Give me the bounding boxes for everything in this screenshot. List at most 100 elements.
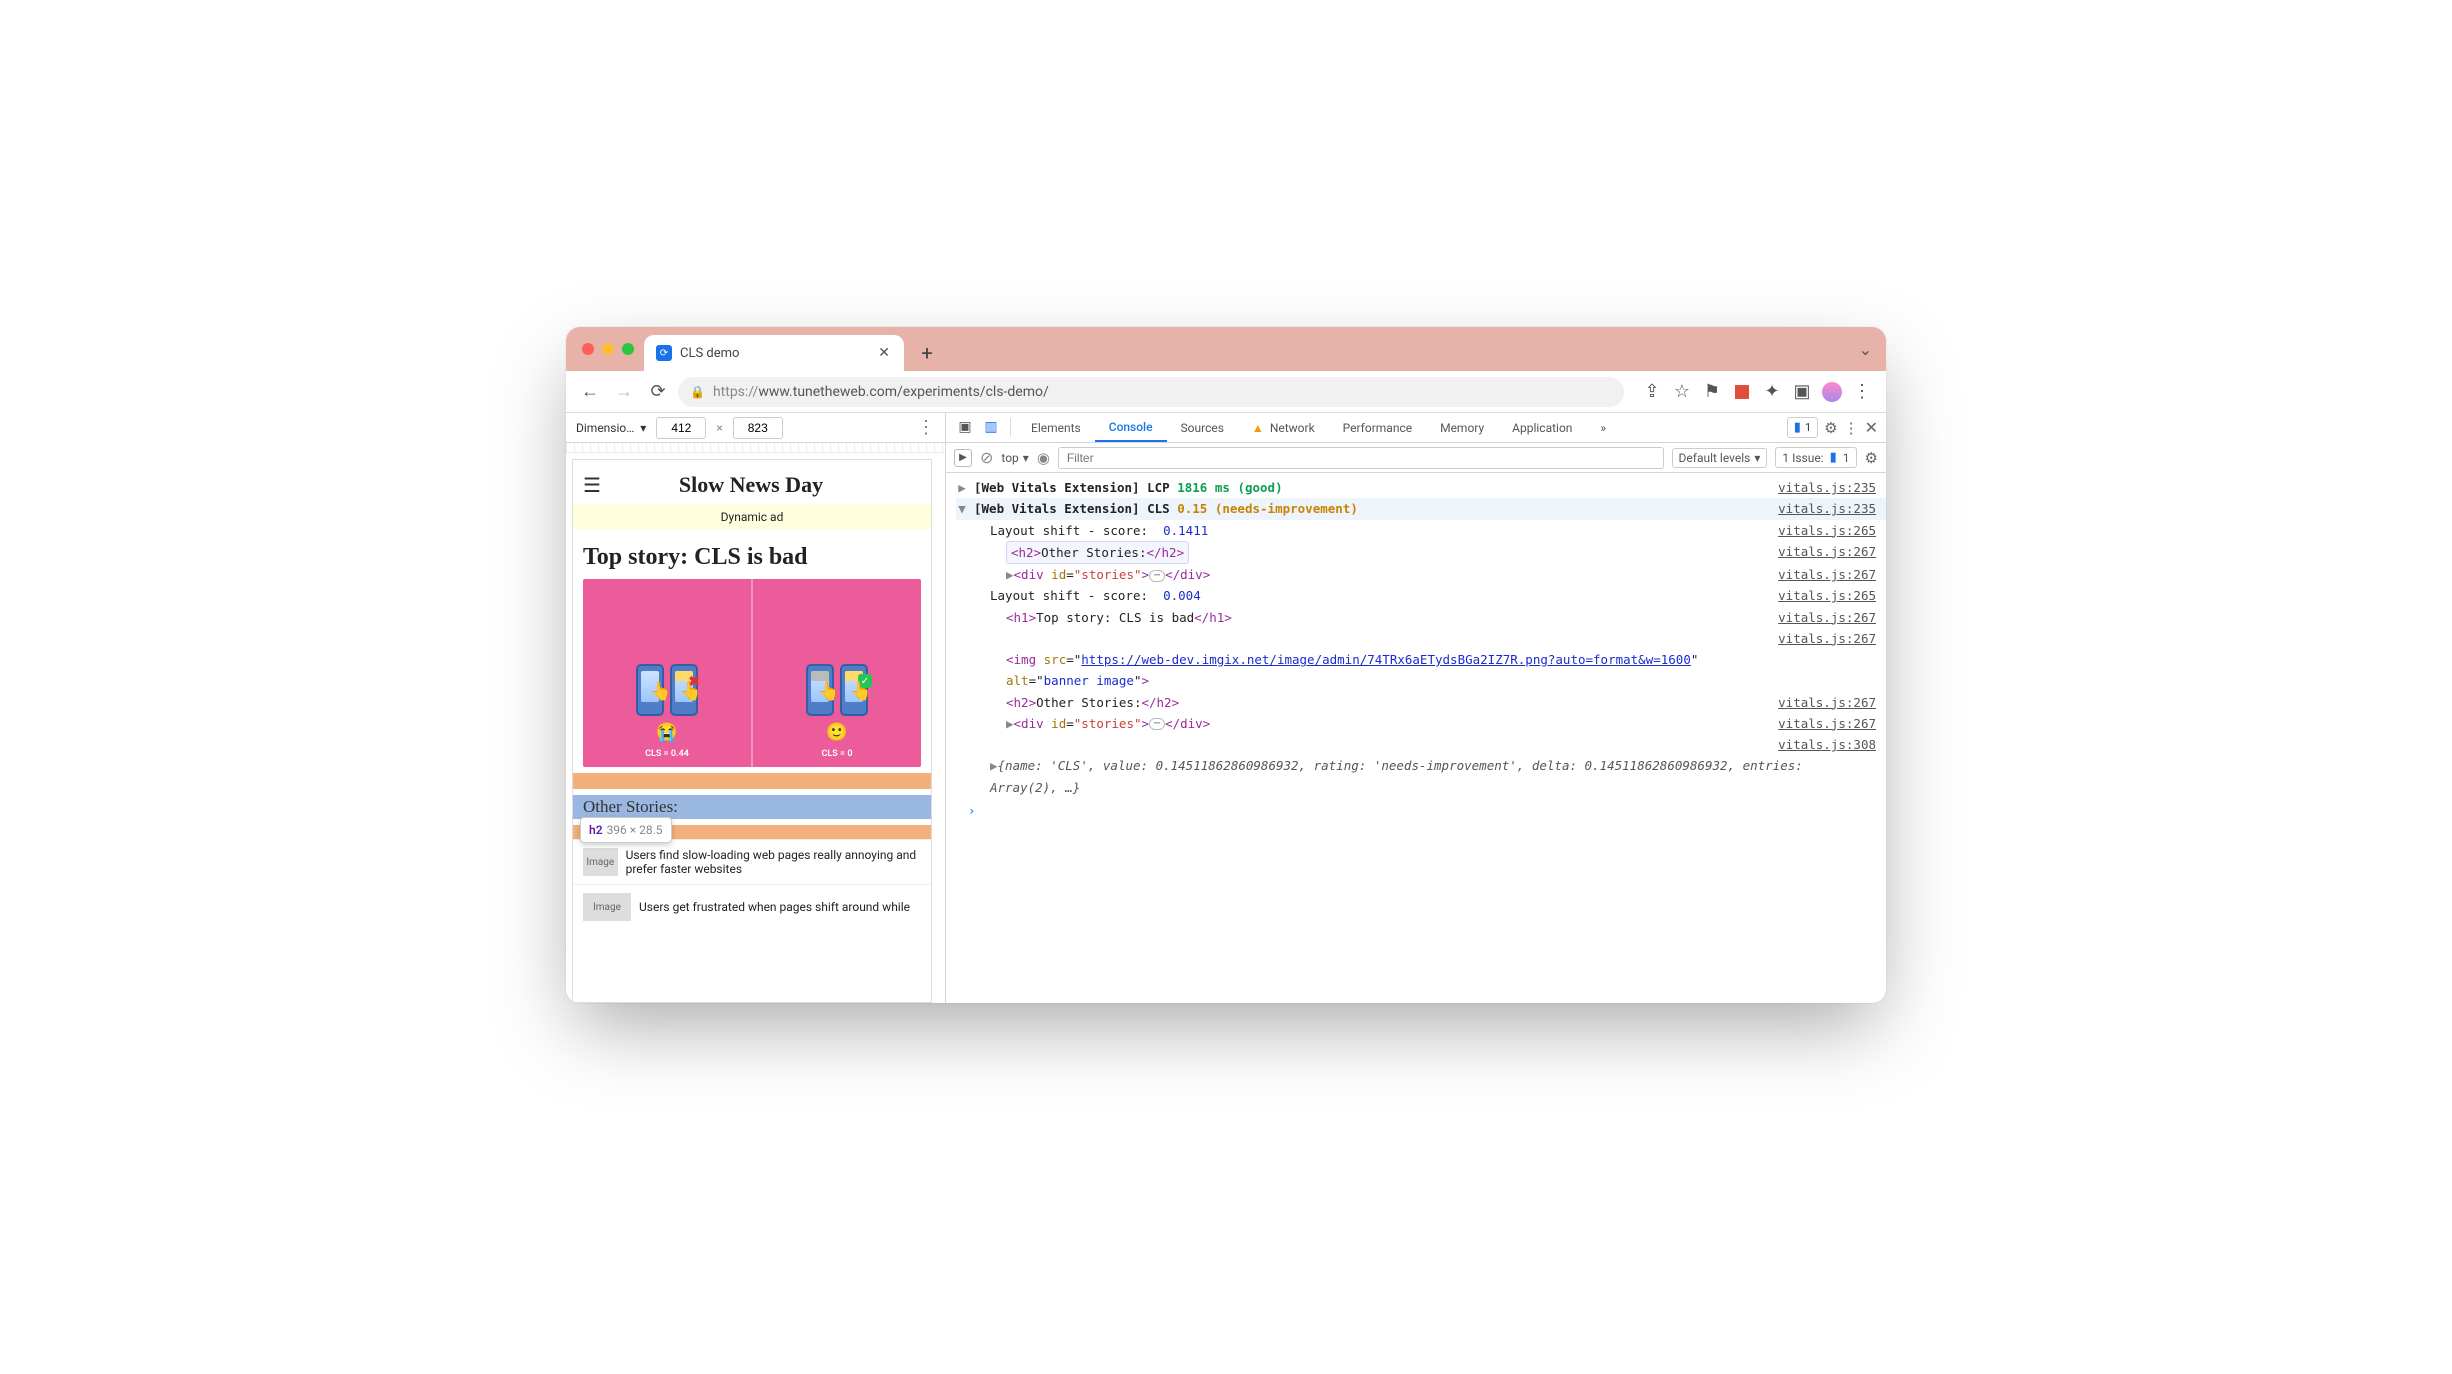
main-area: Dimensio… ▾ × ⋮ ☰ Slow News Day <box>566 413 1886 1003</box>
metric-name: LCP <box>1147 480 1170 495</box>
dynamic-ad: Dynamic ad <box>573 504 931 530</box>
hamburger-icon[interactable]: ☰ <box>583 473 601 497</box>
profile-avatar[interactable] <box>1818 378 1846 406</box>
new-tab-button[interactable]: + <box>912 338 942 368</box>
tab-performance[interactable]: Performance <box>1329 413 1426 442</box>
tab-sources[interactable]: Sources <box>1167 413 1238 442</box>
source-link[interactable]: vitals.js:265 <box>1778 585 1876 606</box>
console-row[interactable]: <img src="https://web-dev.imgix.net/imag… <box>956 649 1886 692</box>
close-window-icon[interactable] <box>582 343 594 355</box>
dropdown-caret-icon: ▾ <box>1754 451 1760 465</box>
source-link[interactable]: vitals.js:267 <box>1778 692 1876 713</box>
source-link[interactable]: vitals.js:235 <box>1778 498 1876 519</box>
minimize-window-icon[interactable] <box>602 343 614 355</box>
console-prompt[interactable]: › <box>956 798 1886 823</box>
pointer-icon: 👆 <box>650 681 672 702</box>
extensions-puzzle-icon[interactable]: ✦ <box>1758 378 1786 406</box>
object-preview[interactable]: {name: 'CLS', value: 0.14511862860986932… <box>990 758 1803 794</box>
console-row[interactable]: <h2>Other Stories:</h2> vitals.js:267 <box>956 541 1886 564</box>
inspect-icon[interactable]: ▣ <box>952 413 978 441</box>
log-prefix: [Web Vitals Extension] <box>974 480 1140 495</box>
source-link[interactable]: vitals.js:267 <box>1778 713 1876 734</box>
reload-button[interactable]: ⟳ <box>644 378 672 406</box>
menu-icon[interactable]: ⋮ <box>1848 378 1876 406</box>
console-row[interactable]: <h1>Top story: CLS is bad</h1> vitals.js… <box>956 607 1886 628</box>
tab-application[interactable]: Application <box>1498 413 1586 442</box>
story-text: Users find slow-loading web pages really… <box>626 848 921 876</box>
address-bar[interactable]: 🔒 https://www.tunetheweb.com/experiments… <box>678 377 1624 407</box>
img-src-url[interactable]: https://web-dev.imgix.net/image/admin/74… <box>1081 652 1691 667</box>
expand-icon[interactable]: ▶ <box>956 477 968 498</box>
shift-score: 0.1411 <box>1163 523 1208 538</box>
console-row[interactable]: <h2>Other Stories:</h2> vitals.js:267 <box>956 692 1886 713</box>
console-settings-icon[interactable]: ⚙ <box>1865 449 1878 467</box>
extension-square-icon[interactable] <box>1728 378 1756 406</box>
console-row[interactable]: ▶<div id="stories">⋯</div> vitals.js:267 <box>956 564 1886 585</box>
close-tab-icon[interactable]: ✕ <box>878 345 890 361</box>
console-row[interactable]: ▶{name: 'CLS', value: 0.1451186286098693… <box>956 755 1886 798</box>
source-link[interactable]: vitals.js:267 <box>1778 628 1876 649</box>
browser-window: ⟳ CLS demo ✕ + ⌄ ← → ⟳ 🔒 https://www.tun… <box>566 327 1886 1003</box>
source-link[interactable]: vitals.js:308 <box>1778 734 1876 755</box>
source-link[interactable]: vitals.js:267 <box>1778 607 1876 628</box>
collapse-icon[interactable]: ▼ <box>956 498 968 519</box>
browser-tab[interactable]: ⟳ CLS demo ✕ <box>644 335 904 371</box>
tab-network[interactable]: ▲Network <box>1238 413 1329 442</box>
devtools-menu-icon[interactable]: ⋮ <box>1844 419 1859 437</box>
element-preview[interactable]: <h2>Other Stories:</h2> <box>1006 541 1189 564</box>
pointer-icon: 👆 <box>850 681 872 702</box>
log-levels-select[interactable]: Default levels ▾ <box>1672 448 1768 468</box>
play-icon[interactable]: ▶ <box>954 449 972 467</box>
tabs-dropdown-icon[interactable]: ⌄ <box>1859 340 1872 359</box>
flag-icon[interactable]: ⚑ <box>1698 378 1726 406</box>
tabs-overflow-icon[interactable]: » <box>1586 413 1620 442</box>
issues-pill[interactable]: 1 Issue: ▮ 1 <box>1775 447 1856 468</box>
console-row: vitals.js:267 <box>956 628 1886 649</box>
fullscreen-window-icon[interactable] <box>622 343 634 355</box>
crying-emoji-icon: 😭 <box>656 722 678 743</box>
page-headline: Top story: CLS is bad <box>573 530 931 579</box>
close-devtools-icon[interactable]: ✕ <box>1865 418 1878 437</box>
hero-left-caption: CLS = 0.44 <box>645 749 689 759</box>
devtools-tabs: ▣ ▥ Elements Console Sources ▲Network Pe… <box>946 413 1886 443</box>
url-text: https://www.tunetheweb.com/experiments/c… <box>713 384 1049 400</box>
settings-icon[interactable]: ⚙ <box>1824 419 1837 437</box>
console-filter-input[interactable] <box>1058 447 1664 469</box>
source-link[interactable]: vitals.js:267 <box>1778 564 1876 585</box>
tab-elements[interactable]: Elements <box>1017 413 1095 442</box>
ellipsis-icon[interactable]: ⋯ <box>1149 570 1165 582</box>
eye-icon[interactable]: ◉ <box>1037 449 1050 467</box>
expand-icon[interactable]: ▶ <box>1006 716 1014 731</box>
tab-console[interactable]: Console <box>1095 413 1167 442</box>
device-toggle-icon[interactable]: ▥ <box>978 413 1004 441</box>
metric-value: 0.15 <box>1177 501 1207 516</box>
source-link[interactable]: vitals.js:265 <box>1778 520 1876 541</box>
story-row[interactable]: Image Users find slow-loading web pages … <box>573 839 931 884</box>
story-text: Users get frustrated when pages shift ar… <box>639 900 910 914</box>
tooltip-tag: h2 <box>589 823 603 837</box>
story-row[interactable]: Image Users get frustrated when pages sh… <box>573 884 931 929</box>
height-input[interactable] <box>733 417 783 439</box>
hero-image: 👆 ✖👆 😭 CLS = 0.44 👆 ✓👆 <box>583 579 921 767</box>
panel-icon[interactable]: ▣ <box>1788 378 1816 406</box>
back-button[interactable]: ← <box>576 378 604 406</box>
ellipsis-icon[interactable]: ⋯ <box>1149 718 1165 730</box>
console-row[interactable]: ▶<div id="stories">⋯</div> vitals.js:267 <box>956 713 1886 734</box>
messages-pill[interactable]: ▮1 <box>1787 417 1818 438</box>
pointer-icon: 👆 <box>680 681 702 702</box>
source-link[interactable]: vitals.js:235 <box>1778 477 1876 498</box>
expand-icon[interactable]: ▶ <box>1006 567 1014 582</box>
clear-console-icon[interactable]: ⊘ <box>980 448 993 467</box>
console-row[interactable]: ▶ [Web Vitals Extension] LCP 1816 ms (go… <box>956 477 1886 498</box>
width-input[interactable] <box>656 417 706 439</box>
bookmark-icon[interactable]: ☆ <box>1668 378 1696 406</box>
metric-status: (needs-improvement) <box>1215 501 1358 516</box>
tab-memory[interactable]: Memory <box>1426 413 1498 442</box>
device-select[interactable]: Dimensio… ▾ <box>576 421 646 435</box>
expand-icon[interactable]: ▶ <box>990 758 998 773</box>
context-select[interactable]: top ▾ <box>1001 451 1028 465</box>
preview-menu-icon[interactable]: ⋮ <box>917 417 935 438</box>
share-icon[interactable]: ⇪ <box>1638 378 1666 406</box>
console-row[interactable]: ▼ [Web Vitals Extension] CLS 0.15 (needs… <box>956 498 1886 519</box>
source-link[interactable]: vitals.js:267 <box>1778 541 1876 562</box>
